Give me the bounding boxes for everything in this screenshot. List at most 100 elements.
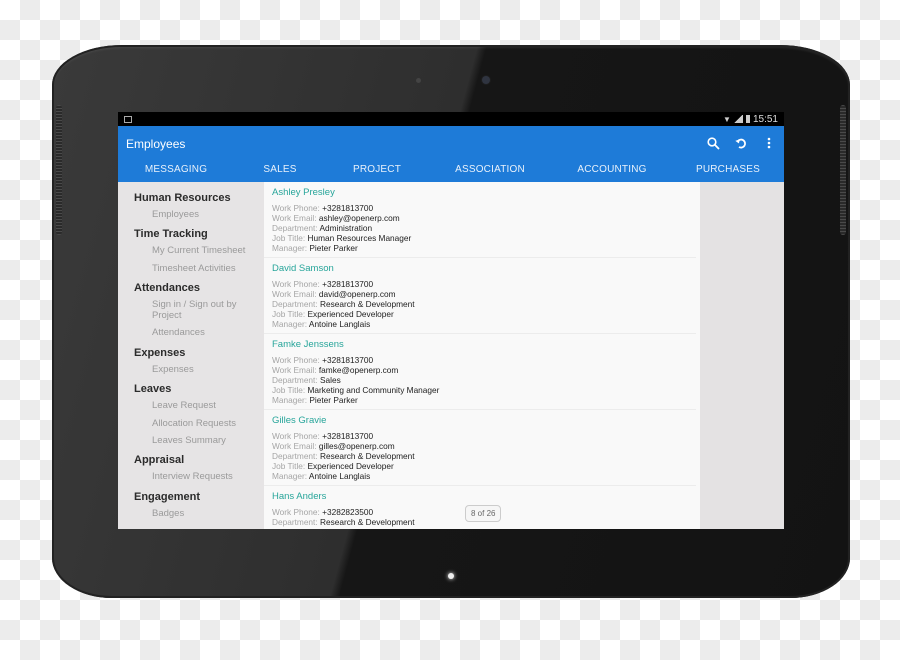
sidebar-item-interview-requests[interactable]: Interview Requests [118, 469, 264, 486]
sidebar-section-appraisal: Appraisal [134, 454, 185, 467]
department-label: Department: [272, 299, 320, 309]
tab-sales[interactable]: SALES [234, 164, 326, 175]
department-value: Administration [319, 223, 373, 233]
email-value: ashley@openerp.com [318, 213, 400, 223]
job-title-value: Human Resources Manager [307, 233, 412, 243]
tab-project[interactable]: PROJECT [326, 164, 428, 175]
job-title-label: Job Title: [272, 385, 308, 395]
phone-label: Work Phone: [272, 203, 323, 213]
app-bar: Employees MESSAGING SALES PROJECT ASSOCI… [118, 126, 784, 182]
front-camera [482, 76, 490, 84]
sidebar-item-allocation-requests[interactable]: Allocation Requests [118, 416, 264, 433]
email-value: david@openerp.com [318, 289, 396, 299]
department-label: Department: [272, 517, 320, 527]
manager-value: Pieter Parker [309, 243, 358, 253]
department-label: Department: [272, 375, 320, 385]
job-title-label: Job Title: [272, 309, 308, 319]
manager-label: Manager: [272, 319, 309, 329]
email-label: Work Email: [272, 441, 319, 451]
department-value: Research & Development [319, 517, 415, 527]
sidebar-item-attendances[interactable]: Attendances [118, 325, 264, 342]
pager-badge: 8 of 26 [465, 505, 502, 522]
sidebar-item-my-current-timesheet[interactable]: My Current Timesheet [118, 243, 264, 260]
employee-name: Gilles Gravie [272, 415, 327, 426]
tab-accounting[interactable]: ACCOUNTING [552, 164, 672, 175]
employee-name: Ashley Presley [272, 187, 335, 198]
email-value: famke@openerp.com [318, 365, 399, 375]
sidebar-section-attendances: Attendances [134, 282, 201, 295]
phone-label: Work Phone: [272, 279, 323, 289]
job-title-label: Job Title: [272, 461, 308, 471]
detail-pane [700, 182, 784, 529]
manager-label: Manager: [272, 471, 309, 481]
screen: ▼ 15:51 Employees MESSAGING SALES PROJEC… [118, 112, 784, 529]
sidebar-item-leave-request[interactable]: Leave Request [118, 398, 264, 415]
employee-card[interactable]: Gilles Gravie Work Phone: +3281813700 Wo… [264, 410, 696, 486]
manager-label: Manager: [272, 395, 310, 405]
tab-purchases[interactable]: PURCHASES [672, 164, 784, 175]
phone-value: +3281813700 [322, 203, 374, 213]
status-bar: ▼ 15:51 [118, 112, 784, 126]
employee-list: Ashley Presley Work Phone: +3281813700 W… [264, 182, 700, 529]
signal-icon [733, 115, 743, 123]
employee-name: Famke Jenssens [272, 339, 344, 350]
manager-value: Antoine Langlais [308, 319, 371, 329]
email-value: gilles@openerp.com [318, 441, 395, 451]
tab-messaging[interactable]: MESSAGING [118, 164, 234, 175]
notification-led [448, 573, 454, 579]
employee-name: Hans Anders [272, 491, 327, 502]
sidebar-section-human-resources: Human Resources [134, 192, 231, 204]
overflow-menu-button[interactable] [762, 134, 776, 152]
sidebar-section-expenses: Expenses [134, 346, 186, 359]
job-title-value: Experienced Developer [307, 309, 394, 319]
sidebar-section-time-tracking: Time Tracking [134, 228, 208, 241]
phone-value: +3282823500 [322, 507, 374, 517]
sidebar-item-expenses[interactable]: Expenses [118, 362, 264, 379]
refresh-button[interactable] [734, 134, 748, 152]
email-label: Work Email: [272, 289, 319, 299]
employee-card[interactable]: David Samson Work Phone: +3281813700 Wor… [264, 258, 696, 334]
light-sensor [416, 78, 421, 83]
manager-value: Pieter Parker [309, 395, 358, 405]
department-label: Department: [272, 451, 320, 461]
battery-icon [745, 115, 750, 123]
overflow-menu-icon [767, 137, 771, 149]
sidebar-section-engagement: Engagement [134, 490, 201, 503]
email-label: Work Email: [272, 213, 319, 223]
sidebar-item-leaves-summary[interactable]: Leaves Summary [118, 433, 264, 450]
sidebar-section-leaves: Leaves [134, 383, 172, 396]
manager-label: Manager: [272, 243, 310, 253]
phone-value: +3281813700 [322, 279, 374, 289]
phone-value: +3281813700 [322, 355, 374, 365]
manager-value: Antoine Langlais [308, 471, 371, 481]
screenshot-notification-icon [124, 115, 132, 123]
phone-value: +3281813700 [322, 431, 374, 441]
employee-name: David Samson [272, 263, 334, 274]
department-label: Department: [272, 223, 320, 233]
search-icon [706, 136, 720, 150]
tab-association[interactable]: ASSOCIATION [428, 164, 552, 175]
job-title-label: Job Title: [272, 233, 308, 243]
job-title-value: Experienced Developer [307, 461, 394, 471]
sidebar-item-sign-in-out-by-project[interactable]: Sign in / Sign out by Project [118, 297, 264, 325]
clock: 15:51 [752, 113, 778, 125]
page-title: Employees [126, 137, 186, 151]
sidebar-item-employees[interactable]: Employees [118, 207, 264, 224]
department-value: Research & Development [319, 451, 415, 461]
phone-label: Work Phone: [272, 431, 323, 441]
department-value: Sales [319, 375, 341, 385]
phone-label: Work Phone: [272, 507, 323, 517]
job-title-value: Marketing and Community Manager [307, 385, 440, 395]
wifi-icon: ▼ [723, 114, 731, 124]
email-label: Work Email: [272, 365, 319, 375]
speaker-grille-left [56, 105, 62, 235]
sidebar-item-badges[interactable]: Badges [118, 506, 264, 523]
module-tabs: MESSAGING SALES PROJECT ASSOCIATION ACCO… [118, 156, 784, 182]
employee-card[interactable]: Ashley Presley Work Phone: +3281813700 W… [264, 182, 696, 258]
speaker-grille-right [840, 105, 846, 235]
phone-label: Work Phone: [272, 355, 323, 365]
refresh-icon [735, 138, 746, 149]
sidebar-item-timesheet-activities[interactable]: Timesheet Activities [118, 261, 264, 278]
search-button[interactable] [706, 134, 720, 152]
employee-card[interactable]: Famke Jenssens Work Phone: +3281813700 W… [264, 334, 696, 410]
